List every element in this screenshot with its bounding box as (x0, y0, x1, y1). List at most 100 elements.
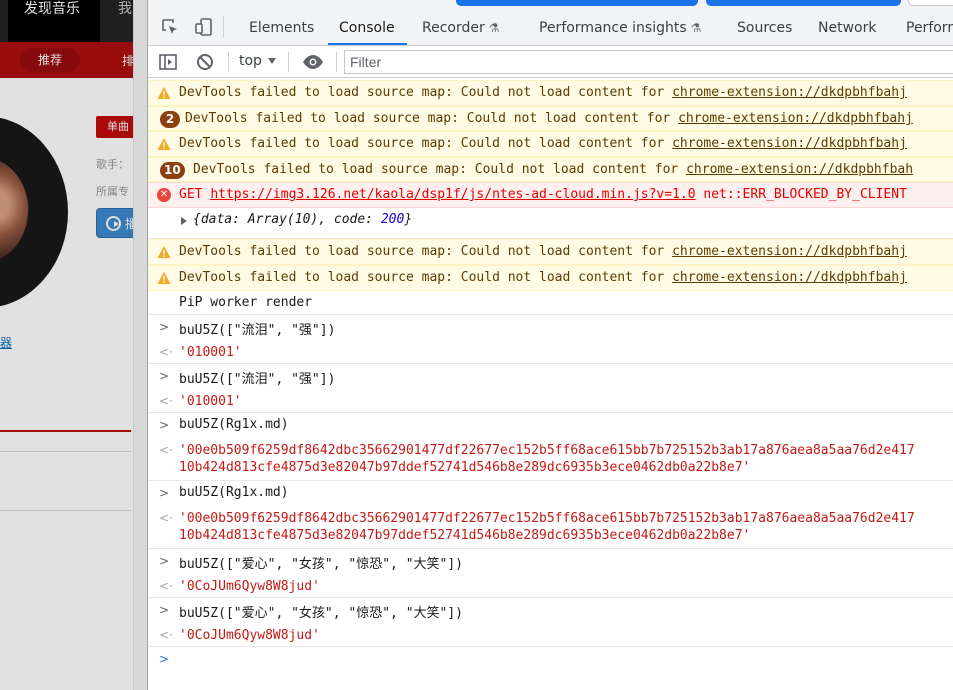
active-tab-indicator (328, 43, 407, 45)
tab-performance[interactable]: Perform (906, 10, 953, 46)
command-text[interactable]: buU5Z(["流泪", "强"]) (179, 368, 335, 387)
input-chevron-icon: > (159, 486, 170, 500)
tab-sources[interactable]: Sources (737, 10, 792, 46)
console-result-row: <· '0CoJUm6Qyw8W8jud' (148, 623, 953, 647)
tab-performance-insights[interactable]: Performance insights ⚗ (539, 10, 701, 46)
toolbar-separator (228, 52, 229, 72)
result-arrow-icon: <· (159, 443, 173, 457)
console-result-row: <· '00e0b509f6259df8642dbc35662901477df2… (148, 438, 953, 481)
result-arrow-icon: <· (159, 511, 173, 525)
devtools-tabbar: Elements Console Recorder ⚗ Performance i… (148, 0, 953, 46)
source-link[interactable]: chrome-extension://dkdpbhfbahj (678, 111, 913, 126)
tab-recorder[interactable]: Recorder ⚗ (422, 10, 500, 46)
command-text[interactable]: buU5Z(["流泪", "强"]) (179, 319, 335, 338)
source-link[interactable]: chrome-extension://dkdpbhfbahj (672, 244, 907, 259)
result-value: '010001' (179, 345, 242, 360)
browser-button[interactable] (706, 0, 901, 6)
warning-icon (157, 87, 171, 99)
command-text[interactable]: buU5Z(Rg1x.md) (179, 417, 289, 432)
tab-elements[interactable]: Elements (249, 10, 314, 46)
console-input-row: > buU5Z(["流泪", "强"]) (148, 364, 953, 389)
sidebar-toggle-icon[interactable] (159, 54, 177, 70)
input-chevron-icon: > (159, 320, 170, 334)
tab-network[interactable]: Network (818, 10, 876, 46)
result-arrow-icon: <· (159, 628, 173, 642)
prompt-chevron-icon: > (159, 652, 170, 666)
devtools-panel: Elements Console Recorder ⚗ Performance i… (148, 0, 953, 690)
console-warning-row: DevTools failed to load source map: Coul… (148, 265, 953, 291)
console-warning-row: DevTools failed to load source map: Coul… (148, 239, 953, 265)
console-input-row: > buU5Z(["流泪", "强"]) (148, 315, 953, 340)
result-value: '0CoJUm6Qyw8W8jud' (179, 579, 320, 594)
request-url-link[interactable]: https://img3.126.net/kaola/dsp1f/js/ntes… (210, 187, 695, 202)
console-result-row: <· '010001' (148, 389, 953, 413)
result-value: '00e0b509f6259df8642dbc35662901477df2267… (179, 443, 915, 475)
expand-arrow-icon[interactable] (181, 217, 187, 225)
input-chevron-icon: > (159, 603, 170, 617)
result-arrow-icon: <· (159, 345, 173, 359)
filter-input[interactable] (344, 50, 953, 74)
console-warning-row: DevTools failed to load source map: Coul… (148, 80, 953, 106)
console-input-row: > buU5Z(["爱心", "女孩", "惊恐", "大笑"]) (148, 549, 953, 574)
input-chevron-icon: > (159, 418, 170, 432)
browser-button[interactable] (456, 0, 698, 6)
repeat-count-badge: 10 (160, 162, 185, 179)
source-link[interactable]: chrome-extension://dkdpbhfbahj (672, 136, 907, 151)
clear-console-icon[interactable] (196, 53, 214, 71)
input-chevron-icon: > (159, 369, 170, 383)
console-input-row: > buU5Z(Rg1x.md) (148, 481, 953, 506)
experimental-flask-icon: ⚗ (488, 21, 500, 35)
chevron-down-icon[interactable] (268, 58, 276, 64)
warning-message: DevTools failed to load source map: Coul… (193, 162, 914, 177)
result-arrow-icon: <· (159, 394, 173, 408)
console-log: DevTools failed to load source map: Coul… (148, 80, 953, 690)
console-prompt[interactable]: > (148, 647, 953, 677)
console-log-row: PiP worker render (148, 291, 953, 315)
context-selector[interactable]: top (239, 53, 262, 69)
page-scrollbar[interactable] (133, 0, 148, 690)
console-toolbar: top (148, 46, 953, 78)
console-warning-row: DevTools failed to load source map: Coul… (148, 131, 953, 157)
source-link[interactable]: chrome-extension://dkdpbhfbah (686, 162, 913, 177)
repeat-count-badge: 2 (160, 111, 180, 128)
warning-message: DevTools failed to load source map: Coul… (179, 270, 907, 285)
source-link[interactable]: chrome-extension://dkdpbhfbahj (672, 85, 907, 100)
device-toolbar-icon[interactable] (194, 17, 214, 37)
console-warning-row: 2 DevTools failed to load source map: Co… (148, 106, 953, 131)
warning-message: DevTools failed to load source map: Coul… (179, 244, 907, 259)
console-result-row: <· '0CoJUm6Qyw8W8jud' (148, 574, 953, 598)
console-warning-row: 10 DevTools failed to load source map: C… (148, 157, 953, 182)
input-chevron-icon: > (159, 554, 170, 568)
console-result-row: <· '00e0b509f6259df8642dbc35662901477df2… (148, 506, 953, 549)
inspect-element-icon[interactable] (160, 17, 180, 37)
warning-icon (157, 272, 171, 284)
browser-button[interactable] (908, 0, 953, 6)
command-text[interactable]: buU5Z(["爱心", "女孩", "惊恐", "大笑"]) (179, 553, 463, 572)
result-value: '00e0b509f6259df8642dbc35662901477df2267… (179, 511, 915, 543)
result-value: '0CoJUm6Qyw8W8jud' (179, 628, 320, 643)
warning-icon (157, 138, 171, 150)
warning-icon (157, 246, 171, 258)
toolbar-separator (288, 52, 289, 72)
error-message: GET https://img3.126.net/kaola/dsp1f/js/… (179, 187, 907, 202)
experimental-flask-icon: ⚗ (690, 21, 702, 35)
page-overlay (0, 0, 133, 690)
browser-strip (148, 0, 953, 7)
console-input-row: > buU5Z(["爱心", "女孩", "惊恐", "大笑"]) (148, 598, 953, 623)
warning-message: DevTools failed to load source map: Coul… (179, 85, 907, 100)
error-icon: ✕ (157, 188, 171, 202)
command-text[interactable]: buU5Z(["爱心", "女孩", "惊恐", "大笑"]) (179, 602, 463, 621)
result-arrow-icon: <· (159, 579, 173, 593)
command-text[interactable]: buU5Z(Rg1x.md) (179, 485, 289, 500)
warning-message: DevTools failed to load source map: Coul… (179, 136, 907, 151)
result-value: '010001' (179, 394, 242, 409)
tab-console[interactable]: Console (339, 10, 395, 46)
toolbar-separator (336, 52, 337, 72)
console-result-row: <· '010001' (148, 340, 953, 364)
tab-separator (223, 16, 224, 38)
source-link[interactable]: chrome-extension://dkdpbhfbahj (672, 270, 907, 285)
object-preview[interactable]: {data: Array(10), code: 200} (193, 212, 412, 227)
console-object-row[interactable]: {data: Array(10), code: 200} (148, 208, 953, 239)
log-message: PiP worker render (179, 295, 313, 310)
live-expression-eye-icon[interactable] (302, 54, 324, 70)
